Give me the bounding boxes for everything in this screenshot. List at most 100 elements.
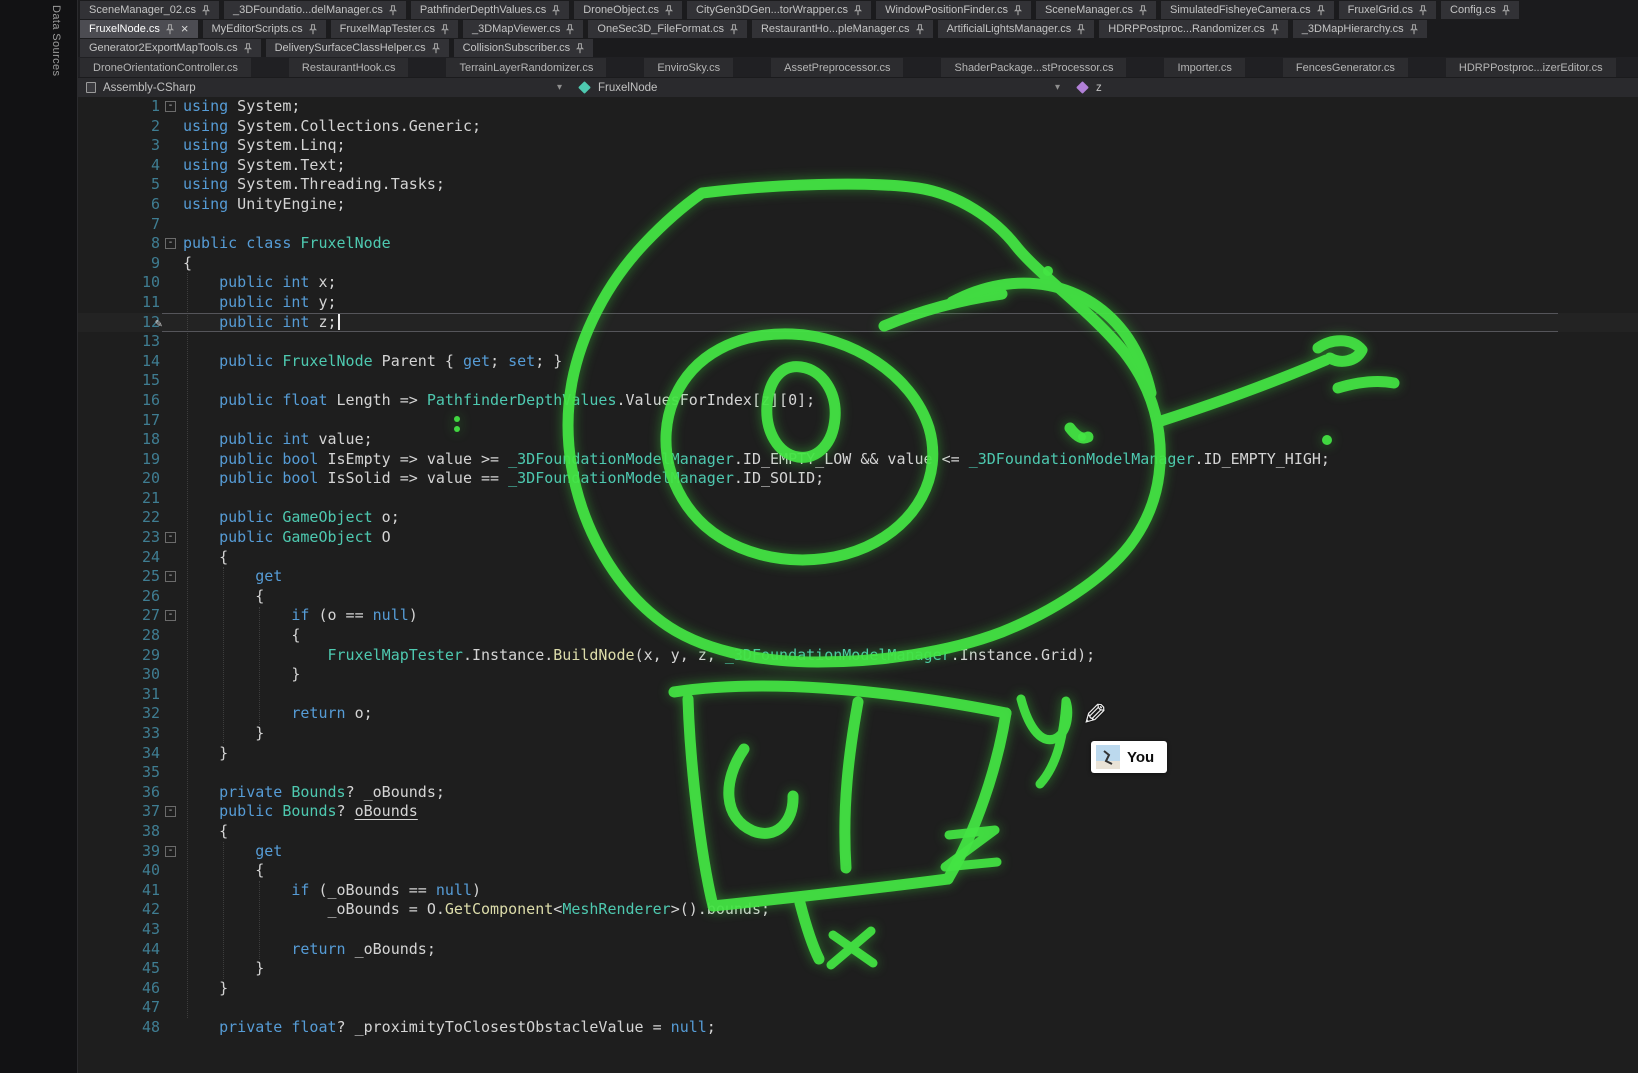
- code-line-40[interactable]: 40 {: [78, 861, 1638, 881]
- code-line-41[interactable]: 41 if (_oBounds == null): [78, 881, 1638, 901]
- code-editor[interactable]: 1-using System;2using System.Collections…: [78, 97, 1638, 1073]
- code-line-12[interactable]: 12✎ public int z;: [78, 313, 1638, 333]
- pin-icon[interactable]: [854, 5, 862, 16]
- breadcrumb-type[interactable]: FruxelNode ▾: [570, 78, 1068, 97]
- code-line-14[interactable]: 14 public FruxelNode Parent { get; set; …: [78, 352, 1638, 372]
- code-line-16[interactable]: 16 public float Length => PathfinderDept…: [78, 391, 1638, 411]
- tab-MyEditorScripts.cs[interactable]: MyEditorScripts.cs: [203, 20, 326, 38]
- code-line-6[interactable]: 6using UnityEngine;: [78, 195, 1638, 215]
- code-line-7[interactable]: 7: [78, 215, 1638, 235]
- tab-Importer.cs[interactable]: Importer.cs: [1164, 58, 1244, 77]
- code-line-43[interactable]: 43: [78, 920, 1638, 940]
- fold-toggle[interactable]: -: [165, 238, 176, 249]
- tab-FencesGenerator.cs[interactable]: FencesGenerator.cs: [1283, 58, 1408, 77]
- code-line-33[interactable]: 33 }: [78, 724, 1638, 744]
- pin-icon[interactable]: [1317, 5, 1325, 16]
- pin-icon[interactable]: [1077, 24, 1085, 35]
- close-icon[interactable]: ×: [181, 24, 189, 34]
- pin-icon[interactable]: [665, 5, 673, 16]
- fold-toggle[interactable]: -: [165, 532, 176, 543]
- tab-ShaderPackage...stProcessor.cs[interactable]: ShaderPackage...stProcessor.cs: [941, 58, 1126, 77]
- pin-icon[interactable]: [1139, 5, 1147, 16]
- code-line-25[interactable]: 25- get: [78, 567, 1638, 587]
- code-line-5[interactable]: 5using System.Threading.Tasks;: [78, 175, 1638, 195]
- code-line-24[interactable]: 24 {: [78, 548, 1638, 568]
- code-line-32[interactable]: 32 return o;: [78, 704, 1638, 724]
- fold-toggle[interactable]: -: [165, 806, 176, 817]
- pin-icon[interactable]: [441, 24, 449, 35]
- tab-WindowPositionFinder.cs[interactable]: WindowPositionFinder.cs: [876, 1, 1031, 19]
- code-line-18[interactable]: 18 public int value;: [78, 430, 1638, 450]
- code-line-45[interactable]: 45 }: [78, 959, 1638, 979]
- code-line-19[interactable]: 19 public bool IsEmpty => value >= _3DFo…: [78, 450, 1638, 470]
- tab-ArtificialLightsManager.cs[interactable]: ArtificialLightsManager.cs: [938, 20, 1095, 38]
- tab-RestaurantHook.cs[interactable]: RestaurantHook.cs: [289, 58, 409, 77]
- code-line-36[interactable]: 36 private Bounds? _oBounds;: [78, 783, 1638, 803]
- tab-CollisionSubscriber.cs[interactable]: CollisionSubscriber.cs: [454, 39, 594, 57]
- tab-RestaurantHo...pleManager.cs[interactable]: RestaurantHo...pleManager.cs: [752, 20, 933, 38]
- tab-AssetPreprocessor.cs[interactable]: AssetPreprocessor.cs: [771, 58, 903, 77]
- tab-PathfinderDepthValues.cs[interactable]: PathfinderDepthValues.cs: [411, 1, 569, 19]
- pin-icon[interactable]: [552, 5, 560, 16]
- code-line-2[interactable]: 2using System.Collections.Generic;: [78, 117, 1638, 137]
- pin-icon[interactable]: [566, 24, 574, 35]
- tab-DroneOrientationController.cs[interactable]: DroneOrientationController.cs: [80, 58, 251, 77]
- pin-icon[interactable]: [730, 24, 738, 35]
- code-line-3[interactable]: 3using System.Linq;: [78, 136, 1638, 156]
- code-line-21[interactable]: 21: [78, 489, 1638, 509]
- code-line-1[interactable]: 1-using System;: [78, 97, 1638, 117]
- pin-icon[interactable]: [1014, 5, 1022, 16]
- code-line-38[interactable]: 38 {: [78, 822, 1638, 842]
- pin-icon[interactable]: [916, 24, 924, 35]
- tab-SimulatedFisheyeCamera.cs[interactable]: SimulatedFisheyeCamera.cs: [1161, 1, 1334, 19]
- fold-toggle[interactable]: -: [165, 571, 176, 582]
- pin-icon[interactable]: [166, 24, 174, 35]
- tab-Generator2ExportMapTools.cs[interactable]: Generator2ExportMapTools.cs: [80, 39, 261, 57]
- tab-EnviroSky.cs[interactable]: EnviroSky.cs: [644, 58, 733, 77]
- chevron-down-icon[interactable]: ▾: [557, 82, 562, 93]
- code-line-34[interactable]: 34 }: [78, 744, 1638, 764]
- tab-TerrainLayerRandomizer.cs[interactable]: TerrainLayerRandomizer.cs: [446, 58, 606, 77]
- code-line-47[interactable]: 47: [78, 998, 1638, 1018]
- code-line-42[interactable]: 42 _oBounds = O.GetComponent<MeshRendere…: [78, 900, 1638, 920]
- tab-SceneManager.cs[interactable]: SceneManager.cs: [1036, 1, 1156, 19]
- pin-icon[interactable]: [1410, 24, 1418, 35]
- pin-icon[interactable]: [202, 5, 210, 16]
- code-line-4[interactable]: 4using System.Text;: [78, 156, 1638, 176]
- code-line-22[interactable]: 22 public GameObject o;: [78, 508, 1638, 528]
- tab-HDRPPostproc...Randomizer.cs[interactable]: HDRPPostproc...Randomizer.cs: [1099, 20, 1288, 38]
- code-line-11[interactable]: 11 public int y;: [78, 293, 1638, 313]
- pin-icon[interactable]: [1502, 5, 1510, 16]
- code-line-48[interactable]: 48 private float? _proximityToClosestObs…: [78, 1018, 1638, 1038]
- data-sources-tool-tab[interactable]: Data Sources: [50, 5, 62, 76]
- code-line-13[interactable]: 13: [78, 332, 1638, 352]
- tab-OneSec3D_FileFormat.cs[interactable]: OneSec3D_FileFormat.cs: [588, 20, 747, 38]
- chevron-down-icon[interactable]: ▾: [1055, 82, 1060, 93]
- code-line-28[interactable]: 28 {: [78, 626, 1638, 646]
- code-line-8[interactable]: 8-public class FruxelNode: [78, 234, 1638, 254]
- tab-DroneObject.cs[interactable]: DroneObject.cs: [574, 1, 682, 19]
- code-line-27[interactable]: 27- if (o == null): [78, 606, 1638, 626]
- tab-DeliverySurfaceClassHelper.cs[interactable]: DeliverySurfaceClassHelper.cs: [266, 39, 449, 57]
- fold-toggle[interactable]: -: [165, 846, 176, 857]
- tab-FruxelNode.cs[interactable]: FruxelNode.cs×: [80, 20, 198, 38]
- pin-icon[interactable]: [244, 43, 252, 54]
- code-line-26[interactable]: 26 {: [78, 587, 1638, 607]
- fold-toggle[interactable]: -: [165, 101, 176, 112]
- code-line-46[interactable]: 46 }: [78, 979, 1638, 999]
- code-line-23[interactable]: 23- public GameObject O: [78, 528, 1638, 548]
- code-line-29[interactable]: 29 FruxelMapTester.Instance.BuildNode(x,…: [78, 646, 1638, 666]
- breadcrumb-project[interactable]: Assembly-CSharp ▾: [78, 78, 570, 97]
- tab-SceneManager_02.cs[interactable]: SceneManager_02.cs: [80, 1, 219, 19]
- code-line-10[interactable]: 10 public int x;: [78, 273, 1638, 293]
- code-line-30[interactable]: 30 }: [78, 665, 1638, 685]
- tab-HDRPPostproc...izerEditor.cs[interactable]: HDRPPostproc...izerEditor.cs: [1446, 58, 1616, 77]
- pin-icon[interactable]: [309, 24, 317, 35]
- code-line-37[interactable]: 37- public Bounds? oBounds: [78, 802, 1638, 822]
- code-line-35[interactable]: 35: [78, 763, 1638, 783]
- fold-toggle[interactable]: -: [165, 610, 176, 621]
- tab-Config.cs[interactable]: Config.cs: [1441, 1, 1519, 19]
- pin-icon[interactable]: [576, 43, 584, 54]
- tab-FruxelGrid.cs[interactable]: FruxelGrid.cs: [1339, 1, 1436, 19]
- breadcrumb-member[interactable]: z: [1068, 78, 1638, 97]
